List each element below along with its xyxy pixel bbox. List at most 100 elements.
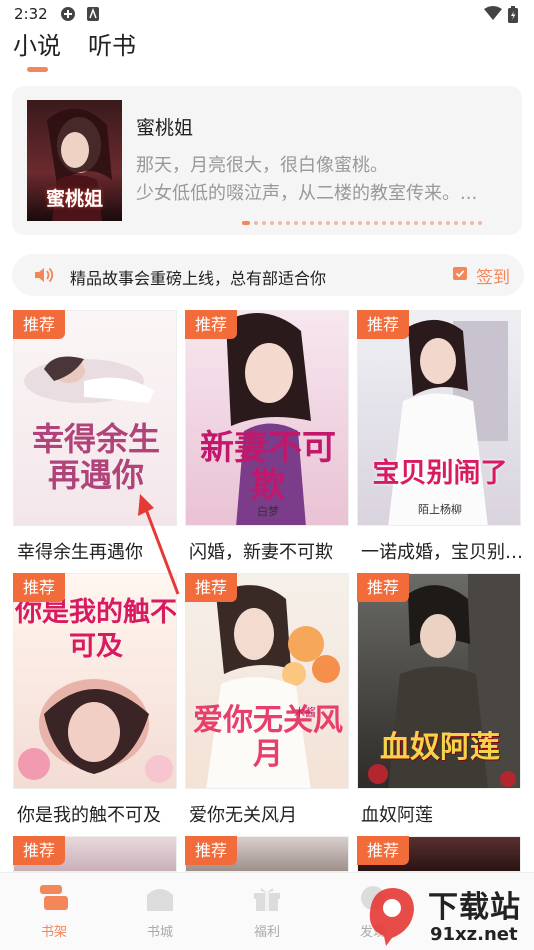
carousel-dots bbox=[242, 221, 482, 225]
carousel-dot bbox=[254, 221, 258, 225]
book-card[interactable]: 新妻不可欺 白梦 推荐 闪婚，新妻不可欺 bbox=[185, 310, 349, 570]
recommend-badge: 推荐 bbox=[185, 573, 238, 602]
carousel-dot bbox=[382, 221, 386, 225]
featured-book-title: 蜜桃姐 bbox=[136, 117, 194, 139]
book-cover-title: 宝贝别闹了 bbox=[372, 458, 508, 489]
carousel-dot bbox=[414, 221, 418, 225]
featured-book-desc-line1: 那天，月亮很大，很白像蜜桃。 bbox=[136, 155, 388, 176]
carousel-dot bbox=[366, 221, 370, 225]
book-cover: 新妻不可欺 白梦 bbox=[185, 310, 349, 526]
book-card[interactable]: 推荐 bbox=[13, 836, 177, 872]
recommend-badge: 推荐 bbox=[13, 836, 66, 865]
recommend-badge: 推荐 bbox=[13, 573, 66, 602]
site-watermark: 下载站 91xz.net bbox=[362, 880, 534, 950]
carousel-dot bbox=[334, 221, 338, 225]
notice-bar[interactable]: 精品故事会重磅上线，总有部适合你 签到 bbox=[12, 254, 524, 296]
book-cover-title: 新妻不可欺 bbox=[200, 428, 336, 506]
sign-in-label: 签到 bbox=[476, 267, 510, 288]
watermark-brand: 下载站 bbox=[428, 890, 521, 925]
carousel-dot bbox=[478, 221, 482, 225]
featured-book-desc-line2: 少女低低的啜泣声，从二楼的教室传来。... bbox=[136, 183, 478, 204]
recommend-badge: 推荐 bbox=[357, 836, 410, 865]
watermark-domain: 91xz.net bbox=[430, 924, 518, 945]
book-cover-title: 血奴阿莲 bbox=[380, 730, 500, 765]
book-cover-author: 白梦 bbox=[257, 505, 279, 518]
carousel-dot bbox=[470, 221, 474, 225]
carousel-dot bbox=[438, 221, 442, 225]
carousel-dot bbox=[358, 221, 362, 225]
book-card[interactable]: 血奴阿莲 推荐 血奴阿莲 bbox=[357, 573, 521, 833]
carousel-dot bbox=[262, 221, 266, 225]
book-title: 一诺成婚，宝贝别闹了 bbox=[361, 542, 525, 563]
carousel-dot bbox=[406, 221, 410, 225]
carousel-dot bbox=[446, 221, 450, 225]
nav-bookshelf-label: 书架 bbox=[40, 925, 67, 940]
carousel-dot bbox=[286, 221, 290, 225]
carousel-dot bbox=[390, 221, 394, 225]
settings-status-icon bbox=[60, 6, 76, 26]
book-cover-author: 陌上杨柳 bbox=[418, 503, 462, 516]
carousel-dot bbox=[374, 221, 378, 225]
book-card[interactable]: 爱你无关风月 木酱 推荐 爱你无关风月 bbox=[185, 573, 349, 833]
tab-audiobook[interactable]: 听书 bbox=[88, 26, 136, 61]
carousel-dot bbox=[454, 221, 458, 225]
watermark-logo-icon bbox=[369, 888, 414, 946]
sign-in-button[interactable]: 签到 bbox=[452, 262, 510, 288]
recommend-badge: 推荐 bbox=[185, 310, 238, 339]
recommend-badge: 推荐 bbox=[357, 573, 410, 602]
carousel-dot bbox=[430, 221, 434, 225]
recommend-badge: 推荐 bbox=[13, 310, 66, 339]
recommend-badge: 推荐 bbox=[357, 310, 410, 339]
carousel-dot bbox=[270, 221, 274, 225]
carousel-dot bbox=[310, 221, 314, 225]
calendar-check-icon bbox=[452, 265, 468, 285]
annotation-arrow bbox=[138, 494, 180, 595]
nav-bookstore[interactable]: 书城 bbox=[130, 883, 190, 940]
nav-welfare-label: 福利 bbox=[253, 925, 280, 940]
carousel-dot bbox=[326, 221, 330, 225]
carousel-dot-active bbox=[242, 221, 250, 225]
wifi-icon bbox=[484, 6, 502, 25]
featured-book-card[interactable]: 蜜桃姐 蜜桃姐 那天，月亮很大，很白像蜜桃。 少女低低的啜泣声，从二楼的教室传来… bbox=[12, 86, 522, 235]
carousel-dot bbox=[302, 221, 306, 225]
nav-bookshelf[interactable]: 书架 bbox=[24, 883, 84, 940]
status-time: 2:32 bbox=[14, 5, 48, 23]
status-bar: 2:32 bbox=[0, 0, 534, 28]
carousel-dot bbox=[294, 221, 298, 225]
carousel-dot bbox=[318, 221, 322, 225]
book-cover: 你是我的触不可及 bbox=[13, 573, 177, 789]
book-cover-author: 木酱 bbox=[294, 706, 316, 719]
book-card[interactable]: 宝贝别闹了 陌上杨柳 推荐 一诺成婚，宝贝别闹了 bbox=[357, 310, 525, 570]
battery-icon bbox=[508, 6, 518, 27]
book-title: 血奴阿莲 bbox=[361, 805, 433, 826]
book-title: 闪婚，新妻不可欺 bbox=[189, 542, 333, 563]
book-cover: 血奴阿莲 bbox=[357, 573, 521, 789]
book-cover-title: 爱你无关风月 bbox=[193, 703, 343, 772]
book-cover-title: 你是我的触不可及 bbox=[15, 597, 177, 662]
carousel-dot bbox=[398, 221, 402, 225]
featured-cover-title: 蜜桃姐 bbox=[45, 188, 103, 210]
book-card[interactable]: 你是我的触不可及 推荐 你是我的触不可及 bbox=[13, 573, 177, 833]
recommend-badge: 推荐 bbox=[185, 836, 238, 865]
book-cover: 爱你无关风月 木酱 bbox=[185, 573, 349, 789]
carousel-dot bbox=[462, 221, 466, 225]
gift-icon bbox=[251, 888, 283, 917]
bookshelf-icon bbox=[38, 885, 70, 917]
book-card[interactable]: 推荐 bbox=[357, 836, 521, 872]
tab-novel[interactable]: 小说 bbox=[13, 26, 61, 61]
book-cover: 宝贝别闹了 陌上杨柳 bbox=[357, 310, 521, 526]
book-title: 爱你无关风月 bbox=[189, 805, 297, 826]
notice-text: 精品故事会重磅上线，总有部适合你 bbox=[70, 269, 327, 288]
speaker-icon bbox=[34, 266, 54, 288]
nav-welfare[interactable]: 福利 bbox=[237, 883, 297, 940]
book-card[interactable]: 推荐 bbox=[185, 836, 349, 872]
nav-bookstore-label: 书城 bbox=[146, 925, 173, 940]
carousel-dot bbox=[350, 221, 354, 225]
notification-status-icon bbox=[86, 6, 100, 26]
book-cover-title: 幸得余生再遇你 bbox=[31, 420, 160, 494]
featured-book-cover: 蜜桃姐 bbox=[27, 100, 122, 221]
book-title: 你是我的触不可及 bbox=[17, 805, 161, 826]
carousel-dot bbox=[278, 221, 282, 225]
carousel-dot bbox=[342, 221, 346, 225]
bookstore-icon bbox=[144, 889, 176, 917]
